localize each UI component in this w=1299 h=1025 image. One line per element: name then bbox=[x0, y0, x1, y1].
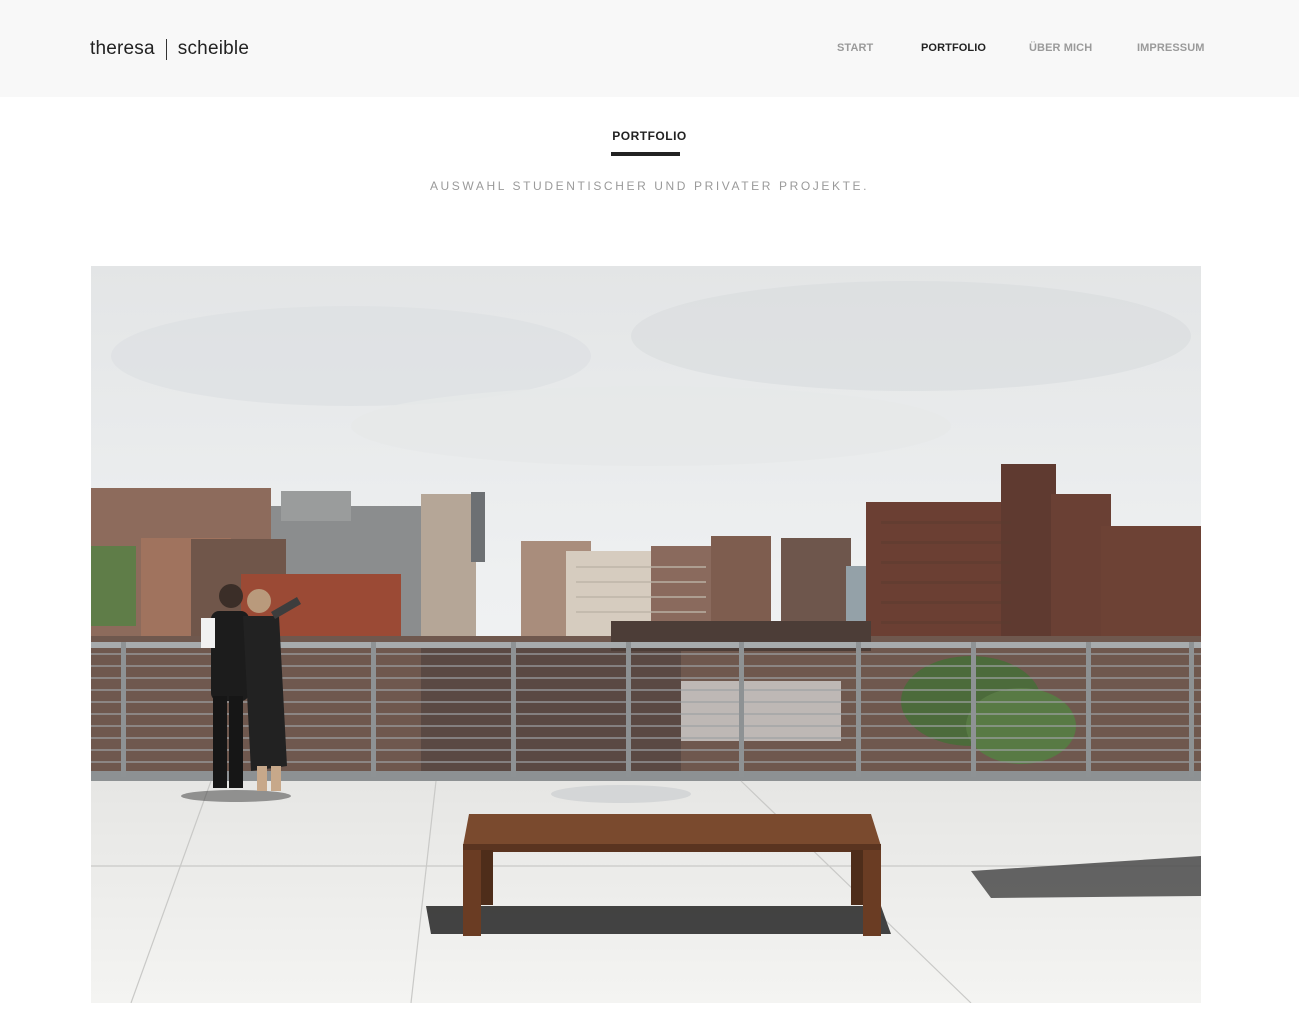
site-header: theresa scheible START PORTFOLIO ÜBER MI… bbox=[0, 0, 1299, 97]
main-nav: START PORTFOLIO ÜBER MICH IMPRESSUM bbox=[0, 42, 1299, 56]
nav-item-portfolio[interactable]: PORTFOLIO bbox=[921, 42, 986, 55]
hero-photo[interactable] bbox=[91, 266, 1201, 1003]
nav-item-start[interactable]: START bbox=[837, 42, 873, 55]
title-underline bbox=[611, 152, 680, 156]
rooftop-city-photo bbox=[91, 266, 1201, 1003]
page-title: PORTFOLIO bbox=[612, 129, 687, 143]
nav-item-ueber-mich[interactable]: ÜBER MICH bbox=[1029, 42, 1092, 55]
page-subtitle: AUSWAHL STUDENTISCHER UND PRIVATER PROJE… bbox=[429, 179, 870, 193]
nav-item-impressum[interactable]: IMPRESSUM bbox=[1137, 42, 1205, 55]
